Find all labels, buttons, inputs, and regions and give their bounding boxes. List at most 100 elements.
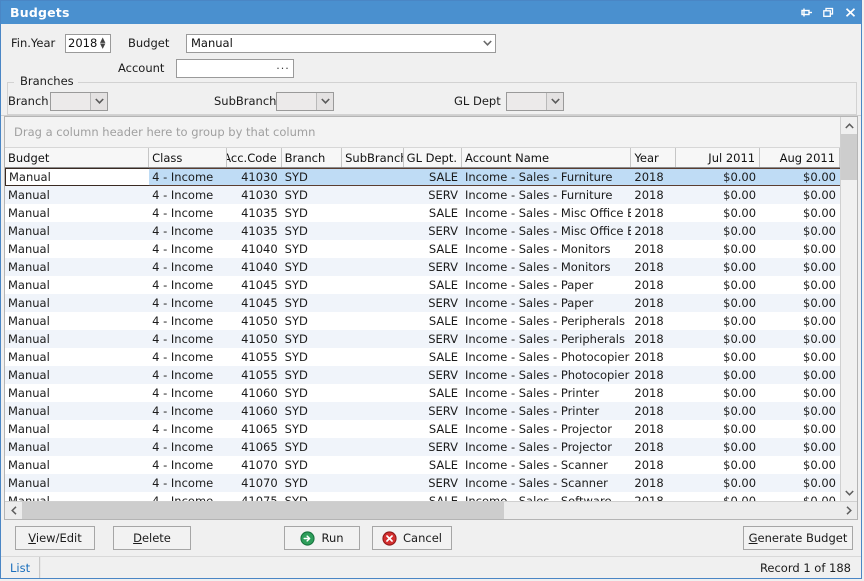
table-row[interactable]: Manual4 - Income41075SYDSALEIncome - Sal… (5, 492, 840, 501)
cell-year: 2018 (631, 294, 676, 312)
table-row[interactable]: Manual4 - Income41030SYDSALEIncome - Sal… (5, 168, 840, 186)
cell-aug: $0.00 (760, 330, 840, 348)
scroll-left-icon[interactable] (5, 502, 22, 519)
table-row[interactable]: Manual4 - Income41060SYDSERVIncome - Sal… (5, 402, 840, 420)
run-button[interactable]: Run (284, 526, 360, 550)
stepper-arrows-icon[interactable]: ▲▼ (97, 37, 110, 49)
cell-class: 4 - Income (149, 169, 227, 185)
horizontal-scroll-track[interactable] (504, 502, 840, 519)
table-row[interactable]: Manual4 - Income41065SYDSERVIncome - Sal… (5, 438, 840, 456)
budget-value: Manual (187, 36, 479, 50)
cell-jul: $0.00 (676, 240, 760, 258)
groupbox-border-left (8, 82, 14, 83)
cell-gl_dept: SALE (403, 492, 462, 501)
horizontal-scroll-thumb[interactable] (22, 502, 504, 519)
cell-class: 4 - Income (149, 204, 227, 222)
scroll-right-icon[interactable] (840, 502, 857, 519)
grid-header-acc_code[interactable]: Acc.Code (227, 148, 282, 167)
grid-header-account_name[interactable]: Account Name (462, 148, 631, 167)
table-row[interactable]: Manual4 - Income41045SYDSALEIncome - Sal… (5, 276, 840, 294)
horizontal-scrollbar[interactable] (5, 501, 857, 519)
title-bar: Budgets (1, 1, 861, 24)
grid-header-row: BudgetClassAcc.CodeBranchSubBranchGL Dep… (5, 148, 840, 168)
table-row[interactable]: Manual4 - Income41045SYDSERVIncome - Sal… (5, 294, 840, 312)
cell-budget: Manual (5, 222, 149, 240)
chevron-down-icon[interactable] (546, 93, 563, 110)
filter-row-2: Account ··· (1, 56, 861, 80)
table-row[interactable]: Manual4 - Income41050SYDSALEIncome - Sal… (5, 312, 840, 330)
subbranch-select[interactable] (276, 92, 334, 111)
table-row[interactable]: Manual4 - Income41030SYDSERVIncome - Sal… (5, 186, 840, 204)
cell-branch: SYD (282, 186, 342, 204)
grid-header-branch[interactable]: Branch (282, 148, 342, 167)
chevron-down-icon[interactable] (316, 93, 333, 110)
cell-class: 4 - Income (149, 276, 227, 294)
vertical-scroll-thumb[interactable] (841, 134, 857, 180)
scroll-up-icon[interactable] (841, 117, 857, 134)
filter-row-1: Fin.Year 2018 ▲▼ Budget Manual (1, 24, 861, 56)
cell-gl_dept: SERV (403, 402, 462, 420)
cell-year: 2018 (631, 330, 676, 348)
cell-branch: SYD (282, 312, 342, 330)
account-field[interactable]: ··· (176, 59, 294, 78)
table-row[interactable]: Manual4 - Income41055SYDSALEIncome - Sal… (5, 348, 840, 366)
delete-button[interactable]: Delete (113, 526, 191, 550)
pin-icon[interactable] (795, 2, 817, 23)
cell-aug: $0.00 (760, 276, 840, 294)
vertical-scroll-track[interactable] (841, 180, 857, 484)
branch-select[interactable] (50, 92, 108, 111)
view-edit-button[interactable]: View/Edit (15, 526, 95, 550)
cell-subbranch (342, 276, 403, 294)
cell-class: 4 - Income (149, 294, 227, 312)
cell-subbranch (342, 456, 403, 474)
cell-acc_code: 41065 (227, 420, 282, 438)
cell-aug: $0.00 (760, 258, 840, 276)
run-cancel-group: Run Cancel (284, 526, 452, 550)
cell-jul: $0.00 (676, 258, 760, 276)
table-row[interactable]: Manual4 - Income41070SYDSALEIncome - Sal… (5, 456, 840, 474)
cell-branch: SYD (282, 384, 342, 402)
cell-subbranch (342, 240, 403, 258)
generate-budget-button[interactable]: Generate Budget (743, 526, 853, 550)
vertical-scrollbar[interactable] (840, 117, 857, 501)
account-browse-button[interactable]: ··· (273, 62, 293, 75)
grid-header-year[interactable]: Year (631, 148, 676, 167)
group-by-panel[interactable]: Drag a column header here to group by th… (5, 117, 840, 148)
table-row[interactable]: Manual4 - Income41035SYDSALEIncome - Sal… (5, 204, 840, 222)
table-row[interactable]: Manual4 - Income41050SYDSERVIncome - Sal… (5, 330, 840, 348)
table-row[interactable]: Manual4 - Income41055SYDSERVIncome - Sal… (5, 366, 840, 384)
table-row[interactable]: Manual4 - Income41070SYDSERVIncome - Sal… (5, 474, 840, 492)
grid-header-budget[interactable]: Budget (5, 148, 149, 167)
grid-header-gl_dept[interactable]: GL Dept. (404, 148, 463, 167)
chevron-down-icon[interactable] (479, 40, 495, 46)
grid-header-aug[interactable]: Aug 2011 (760, 148, 840, 167)
table-row[interactable]: Manual4 - Income41065SYDSALEIncome - Sal… (5, 420, 840, 438)
table-row[interactable]: Manual4 - Income41040SYDSERVIncome - Sal… (5, 258, 840, 276)
fin-year-stepper[interactable]: 2018 ▲▼ (65, 34, 111, 53)
grid-header-class[interactable]: Class (149, 148, 227, 167)
chevron-down-icon[interactable] (90, 93, 107, 110)
cell-budget: Manual (5, 438, 149, 456)
subbranch-label: SubBranch (214, 94, 276, 108)
table-row[interactable]: Manual4 - Income41040SYDSALEIncome - Sal… (5, 240, 840, 258)
run-icon (300, 531, 315, 546)
grid-header-subbranch[interactable]: SubBranch (342, 148, 403, 167)
restore-icon[interactable] (817, 2, 839, 23)
grid-header-jul[interactable]: Jul 2011 (676, 148, 760, 167)
table-row[interactable]: Manual4 - Income41060SYDSALEIncome - Sal… (5, 384, 840, 402)
cell-acc_code: 41075 (227, 492, 282, 501)
budget-select[interactable]: Manual (186, 34, 496, 53)
cell-acc_code: 41070 (227, 474, 282, 492)
view-edit-accel: V (28, 531, 36, 545)
cancel-button[interactable]: Cancel (372, 526, 452, 550)
gldept-select[interactable] (506, 92, 564, 111)
scroll-down-icon[interactable] (841, 484, 857, 501)
cell-branch: SYD (282, 330, 342, 348)
cell-account_name: Income - Sales - Paper (462, 294, 631, 312)
cell-branch: SYD (282, 169, 342, 185)
cell-branch: SYD (282, 492, 342, 501)
close-icon[interactable] (839, 2, 861, 23)
tab-list[interactable]: List (1, 557, 40, 578)
cell-class: 4 - Income (149, 312, 227, 330)
table-row[interactable]: Manual4 - Income41035SYDSERVIncome - Sal… (5, 222, 840, 240)
